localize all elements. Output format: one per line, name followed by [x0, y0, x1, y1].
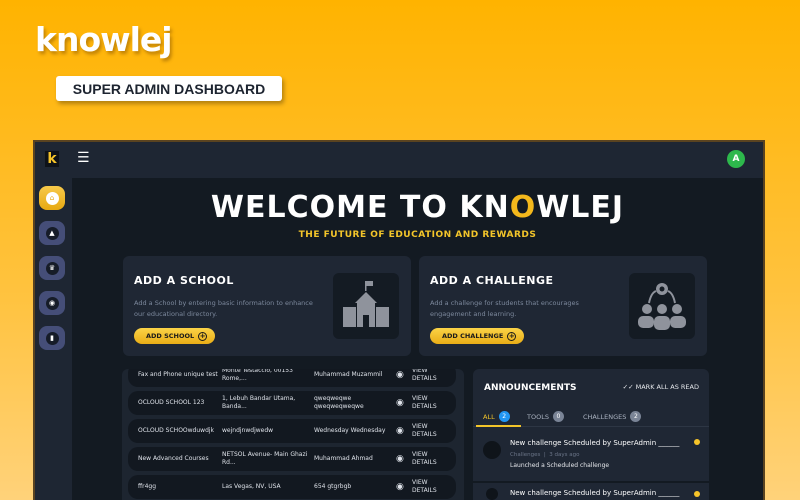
top-bar: k ☰ A: [35, 142, 763, 178]
table-row: New Advanced Courses NETSOL Avenue- Main …: [128, 447, 456, 471]
sidebar: ⌂ ▲ ♛ ◉ ▮: [35, 178, 72, 500]
welcome-subtitle: THE FUTURE OF EDUCATION AND REWARDS: [298, 230, 537, 240]
schools-table: Fax and Phone unique test Monte Testaccio…: [122, 369, 464, 500]
sidebar-item-rewards[interactable]: ◉: [39, 291, 65, 315]
table-row: OCLOUD SCHOOwduwdjk wejndjnwdjwedw Wednesd…: [128, 419, 456, 443]
card-description: Add a challenge for students that encour…: [430, 299, 579, 318]
app-logo[interactable]: k: [45, 151, 59, 167]
page-badge: SUPER ADMIN DASHBOARD: [56, 76, 282, 101]
team-gear-icon: [629, 273, 695, 339]
card-description: Add a School by entering basic informati…: [134, 299, 313, 318]
bar-chart-icon: ▮: [45, 331, 59, 345]
table-row: Fax and Phone unique test Monte Testaccio…: [128, 369, 456, 387]
graduation-cap-icon: ▲: [45, 226, 59, 240]
collapse-menu-icon[interactable]: ☰: [77, 150, 90, 166]
announcement-tabs: ALL 2 TOOLS 0 CHALLENGES 2: [473, 407, 709, 427]
sidebar-item-schools[interactable]: ▲: [39, 221, 65, 245]
announcement-item[interactable]: New challenge Scheduled by SuperAdmin __…: [473, 433, 709, 483]
sidebar-item-analytics[interactable]: ▮: [39, 326, 65, 350]
double-check-icon: ✓✓: [622, 383, 636, 391]
tab-challenges[interactable]: CHALLENGES 2: [583, 411, 642, 422]
view-details-link[interactable]: VIEW DETAILS: [412, 479, 442, 495]
plus-circle-icon: +: [198, 331, 208, 341]
sidebar-item-home[interactable]: ⌂: [39, 186, 65, 210]
unread-dot: [694, 491, 700, 497]
unread-dot: [694, 439, 700, 445]
eye-icon[interactable]: ◉: [396, 399, 404, 408]
eye-icon[interactable]: ◉: [396, 427, 404, 436]
eye-icon[interactable]: ◉: [396, 371, 404, 380]
knowlej-logo: knowlej: [35, 20, 173, 59]
view-details-link[interactable]: VIEW DETAILS: [412, 423, 442, 439]
avatar[interactable]: A: [727, 150, 745, 168]
add-challenge-button[interactable]: ADD CHALLENGE +: [430, 328, 525, 344]
announcement-item[interactable]: New challenge Scheduled by SuperAdmin __…: [473, 485, 709, 500]
view-details-link[interactable]: VIEW DETAILS: [412, 451, 442, 467]
target-icon: ◉: [45, 296, 59, 310]
announcement-thumbnail: [486, 488, 498, 500]
plus-circle-icon: +: [507, 331, 517, 341]
eye-icon[interactable]: ◉: [396, 455, 404, 464]
table-row: OCLOUD SCHOOL 123 1, Lebuh Bandar Utama, …: [128, 391, 456, 415]
add-school-button[interactable]: ADD SCHOOL +: [134, 328, 216, 344]
school-building-icon: [333, 273, 399, 339]
add-challenge-card: ADD A CHALLENGE Add a challenge for stud…: [419, 256, 707, 356]
mark-all-read-button[interactable]: ✓✓ MARK ALL AS READ: [623, 383, 699, 391]
announcement-thumbnail: [483, 441, 501, 459]
tab-all[interactable]: ALL 2: [483, 411, 510, 422]
welcome-title: WELCOME TO KNOWLEJ: [210, 190, 625, 225]
card-title: ADD A CHALLENGE: [430, 274, 554, 287]
tab-tools[interactable]: TOOLS 0: [527, 411, 564, 422]
active-tab-indicator: [476, 425, 521, 427]
home-icon: ⌂: [45, 191, 59, 205]
view-details-link[interactable]: VIEW DETAILS: [412, 395, 442, 411]
announcements-panel: ANNOUNCEMENTS ✓✓ MARK ALL AS READ ALL 2 T…: [473, 369, 709, 500]
sidebar-item-challenges[interactable]: ♛: [39, 256, 65, 280]
add-school-card: ADD A SCHOOL Add a School by entering ba…: [123, 256, 411, 356]
eye-icon[interactable]: ◉: [396, 483, 404, 492]
app-window: k ☰ A ⌂ ▲ ♛ ◉ ▮ WELCOME TO KNOWLEJ THE F…: [33, 140, 765, 500]
trophy-icon: ♛: [45, 261, 59, 275]
card-title: ADD A SCHOOL: [134, 274, 234, 287]
table-row: ffr4gg Las Vegas, NV, USA 654 gtgrbgb ◉ VIEW…: [128, 475, 456, 499]
view-details-link[interactable]: VIEW DETAILS: [412, 369, 442, 383]
announcements-title: ANNOUNCEMENTS: [484, 383, 577, 393]
